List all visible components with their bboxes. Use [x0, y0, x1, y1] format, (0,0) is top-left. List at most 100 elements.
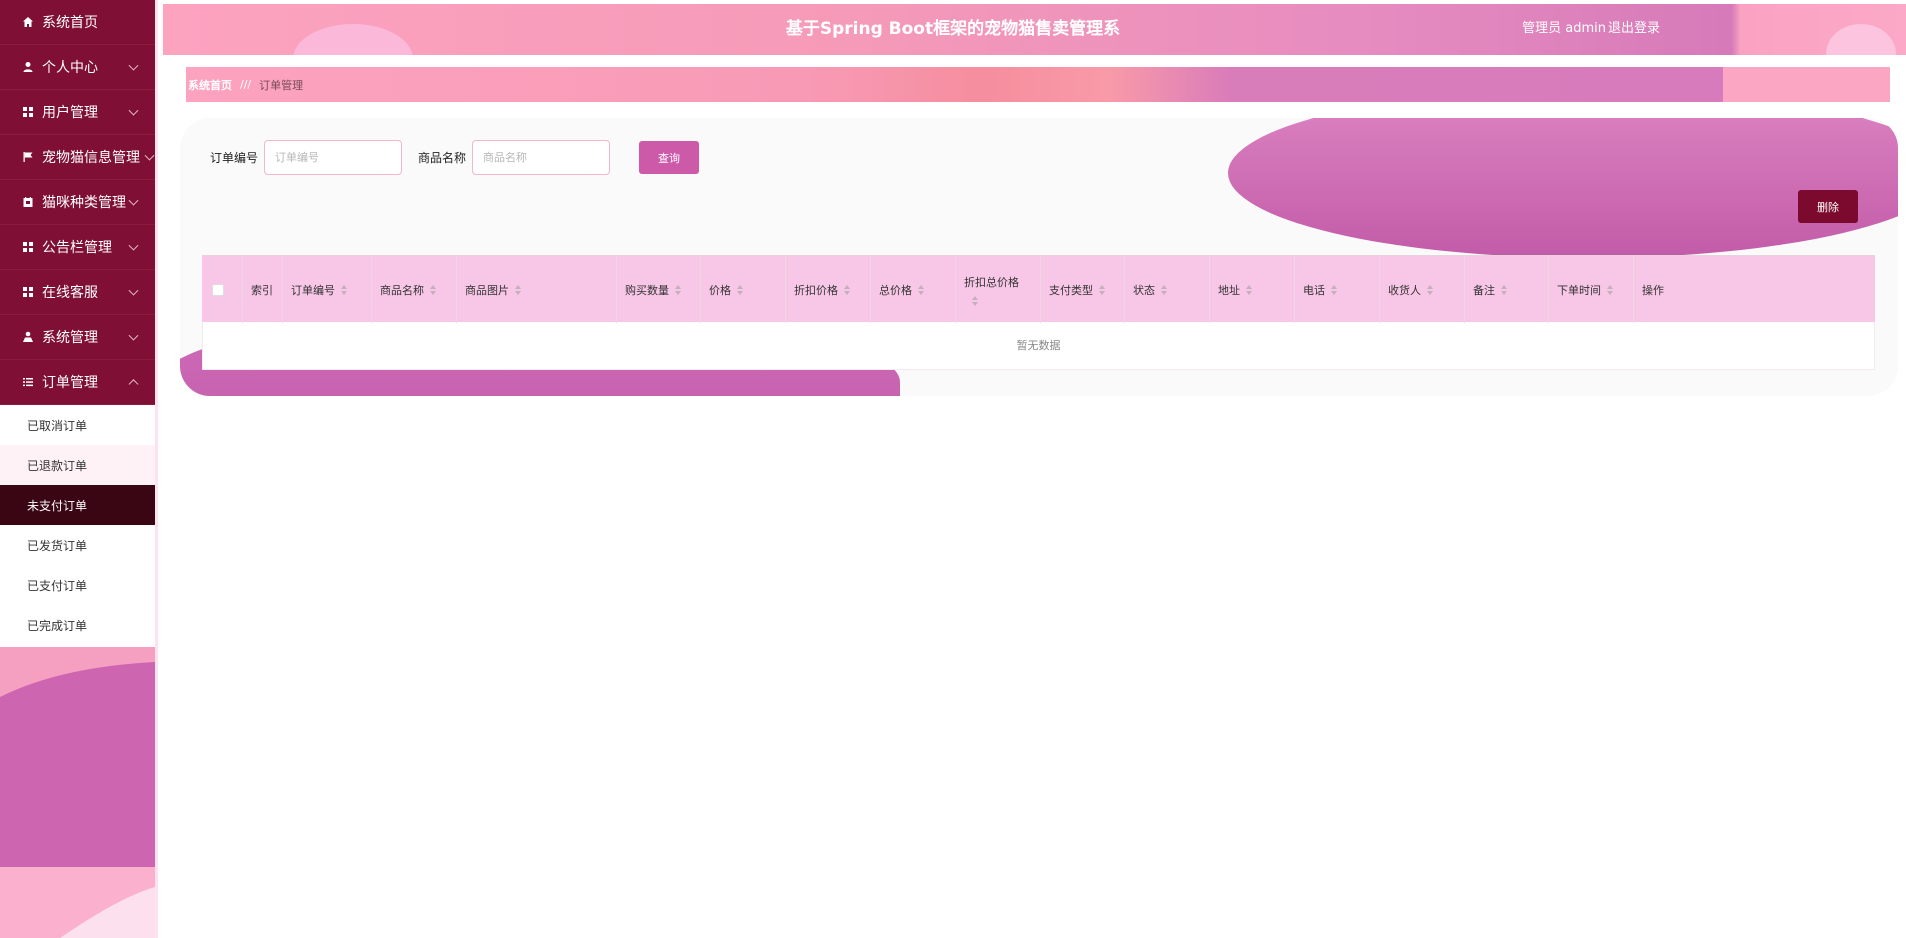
home-icon — [22, 16, 34, 28]
query-button[interactable]: 查询 — [639, 141, 700, 174]
column-header-label: 购买数量 — [625, 283, 669, 297]
sidebar-item-personal-center[interactable]: 个人中心 — [0, 45, 155, 90]
delete-button[interactable]: 删除 — [1798, 190, 1858, 223]
sidebar-item-label: 订单管理 — [42, 375, 98, 391]
card-decoration — [1228, 118, 1898, 258]
column-header-label: 索引 — [251, 283, 273, 297]
sidebar-item-label: 个人中心 — [42, 60, 98, 76]
column-header-total-price[interactable]: 总价格 — [871, 256, 956, 323]
sort-icon[interactable] — [1246, 284, 1252, 295]
column-header-address[interactable]: 地址 — [1210, 256, 1295, 323]
sort-icon[interactable] — [737, 284, 743, 295]
submenu-item-label: 已取消订单 — [27, 418, 88, 433]
column-header-order-no[interactable]: 订单编号 — [283, 256, 372, 323]
column-header-remark[interactable]: 备注 — [1465, 256, 1549, 323]
column-header-discount-total-price[interactable]: 折扣总价格 — [956, 256, 1041, 323]
sidebar-item-system-management[interactable]: 系统管理 — [0, 315, 155, 360]
column-header-product-image[interactable]: 商品图片 — [457, 256, 617, 323]
chevron-up-icon — [128, 379, 139, 390]
submenu-item-label: 已发货订单 — [27, 538, 88, 553]
sort-icon[interactable] — [341, 284, 347, 295]
grid-icon — [22, 286, 34, 298]
grid-icon — [22, 106, 34, 118]
breadcrumb: 系统首页 /// 订单管理 — [186, 67, 1890, 102]
sidebar-item-label: 猫咪种类管理 — [42, 195, 126, 211]
column-header-payment-type[interactable]: 支付类型 — [1041, 256, 1125, 323]
sidebar-item-label: 公告栏管理 — [42, 240, 112, 256]
breadcrumb-home[interactable]: 系统首页 — [188, 77, 232, 93]
sort-icon[interactable] — [1501, 284, 1507, 295]
column-header-consignee[interactable]: 收货人 — [1380, 256, 1465, 323]
sort-icon[interactable] — [918, 284, 924, 295]
breadcrumb-decoration — [186, 67, 1723, 102]
chevron-down-icon — [128, 330, 139, 341]
chevron-down-icon — [128, 240, 139, 251]
column-header-price[interactable]: 价格 — [701, 256, 786, 323]
sidebar-item-label: 宠物猫信息管理 — [42, 150, 140, 166]
column-header-label: 价格 — [709, 283, 731, 297]
chevron-down-icon — [128, 195, 139, 206]
sort-icon[interactable] — [430, 284, 436, 295]
column-header-index: 索引 — [243, 256, 283, 323]
column-header-order-time[interactable]: 下单时间 — [1549, 256, 1634, 323]
sort-icon[interactable] — [1099, 284, 1105, 295]
sort-icon[interactable] — [675, 284, 681, 295]
submenu-item-label: 已完成订单 — [27, 618, 88, 633]
sidebar-item-home[interactable]: 系统首页 — [0, 0, 155, 45]
sidebar-item-cat-breed-management[interactable]: 猫咪种类管理 — [0, 180, 155, 225]
sort-icon[interactable] — [1161, 284, 1167, 295]
select-all-checkbox[interactable] — [212, 283, 224, 296]
column-header-status[interactable]: 状态 — [1125, 256, 1210, 323]
column-header-label: 收货人 — [1388, 283, 1421, 297]
chevron-down-icon — [128, 105, 139, 116]
column-header-label: 状态 — [1133, 283, 1155, 297]
chevron-down-icon — [128, 285, 139, 296]
sidebar-item-cat-info-management[interactable]: 宠物猫信息管理 — [0, 135, 155, 180]
sidebar-decoration — [0, 647, 155, 938]
sort-icon[interactable] — [844, 284, 850, 295]
column-header-label: 商品名称 — [380, 283, 424, 297]
column-header-phone[interactable]: 电话 — [1295, 256, 1380, 323]
product-name-input[interactable] — [472, 140, 611, 175]
column-header-discount-price[interactable]: 折扣价格 — [786, 256, 871, 323]
header-decoration — [1826, 24, 1896, 55]
submenu-item-completed-orders[interactable]: 已完成订单 — [0, 605, 155, 645]
sidebar-item-online-service[interactable]: 在线客服 — [0, 270, 155, 315]
sidebar-item-label: 在线客服 — [42, 285, 98, 301]
column-header-label: 电话 — [1303, 283, 1325, 297]
sidebar-item-label: 系统管理 — [42, 330, 98, 346]
sort-icon[interactable] — [1331, 284, 1337, 295]
select-all-cell — [202, 256, 243, 323]
order-no-label: 订单编号 — [210, 151, 259, 165]
column-header-label: 订单编号 — [291, 283, 335, 297]
chevron-down-icon — [144, 150, 155, 161]
sort-icon[interactable] — [1607, 284, 1613, 295]
order-no-input[interactable] — [264, 140, 403, 175]
sidebar-border — [155, 0, 158, 938]
submenu-item-shipped-orders[interactable]: 已发货订单 — [0, 525, 155, 565]
sidebar-item-user-management[interactable]: 用户管理 — [0, 90, 155, 135]
breadcrumb-current: 订单管理 — [259, 78, 304, 92]
search-bar: 订单编号 商品名称 查询 — [210, 140, 700, 175]
sort-icon[interactable] — [1427, 284, 1433, 295]
column-header-quantity[interactable]: 购买数量 — [617, 256, 701, 323]
sort-icon[interactable] — [972, 295, 978, 306]
submenu-item-unpaid-orders[interactable]: 未支付订单 — [0, 485, 155, 525]
sort-icon[interactable] — [515, 284, 521, 295]
list-icon — [22, 376, 34, 388]
submenu-item-cancelled-orders[interactable]: 已取消订单 — [0, 405, 155, 445]
sidebar-item-order-management[interactable]: 订单管理 — [0, 360, 155, 405]
column-header-label: 商品图片 — [465, 283, 509, 297]
submenu-item-refunded-orders[interactable]: 已退款订单 — [0, 445, 155, 485]
sidebar-item-bulletin-management[interactable]: 公告栏管理 — [0, 225, 155, 270]
table-empty-state: 暂无数据 — [202, 322, 1875, 370]
submenu-item-label: 已支付订单 — [27, 578, 88, 593]
logout-link[interactable]: 退出登录 — [1608, 4, 1660, 54]
user-icon — [22, 61, 34, 73]
column-header-label: 操作 — [1642, 283, 1664, 297]
column-header-product-name[interactable]: 商品名称 — [372, 256, 457, 323]
chevron-down-icon — [128, 60, 139, 71]
grid-icon — [22, 241, 34, 253]
sidebar-item-label: 系统首页 — [42, 15, 98, 31]
submenu-item-paid-orders[interactable]: 已支付订单 — [0, 565, 155, 605]
